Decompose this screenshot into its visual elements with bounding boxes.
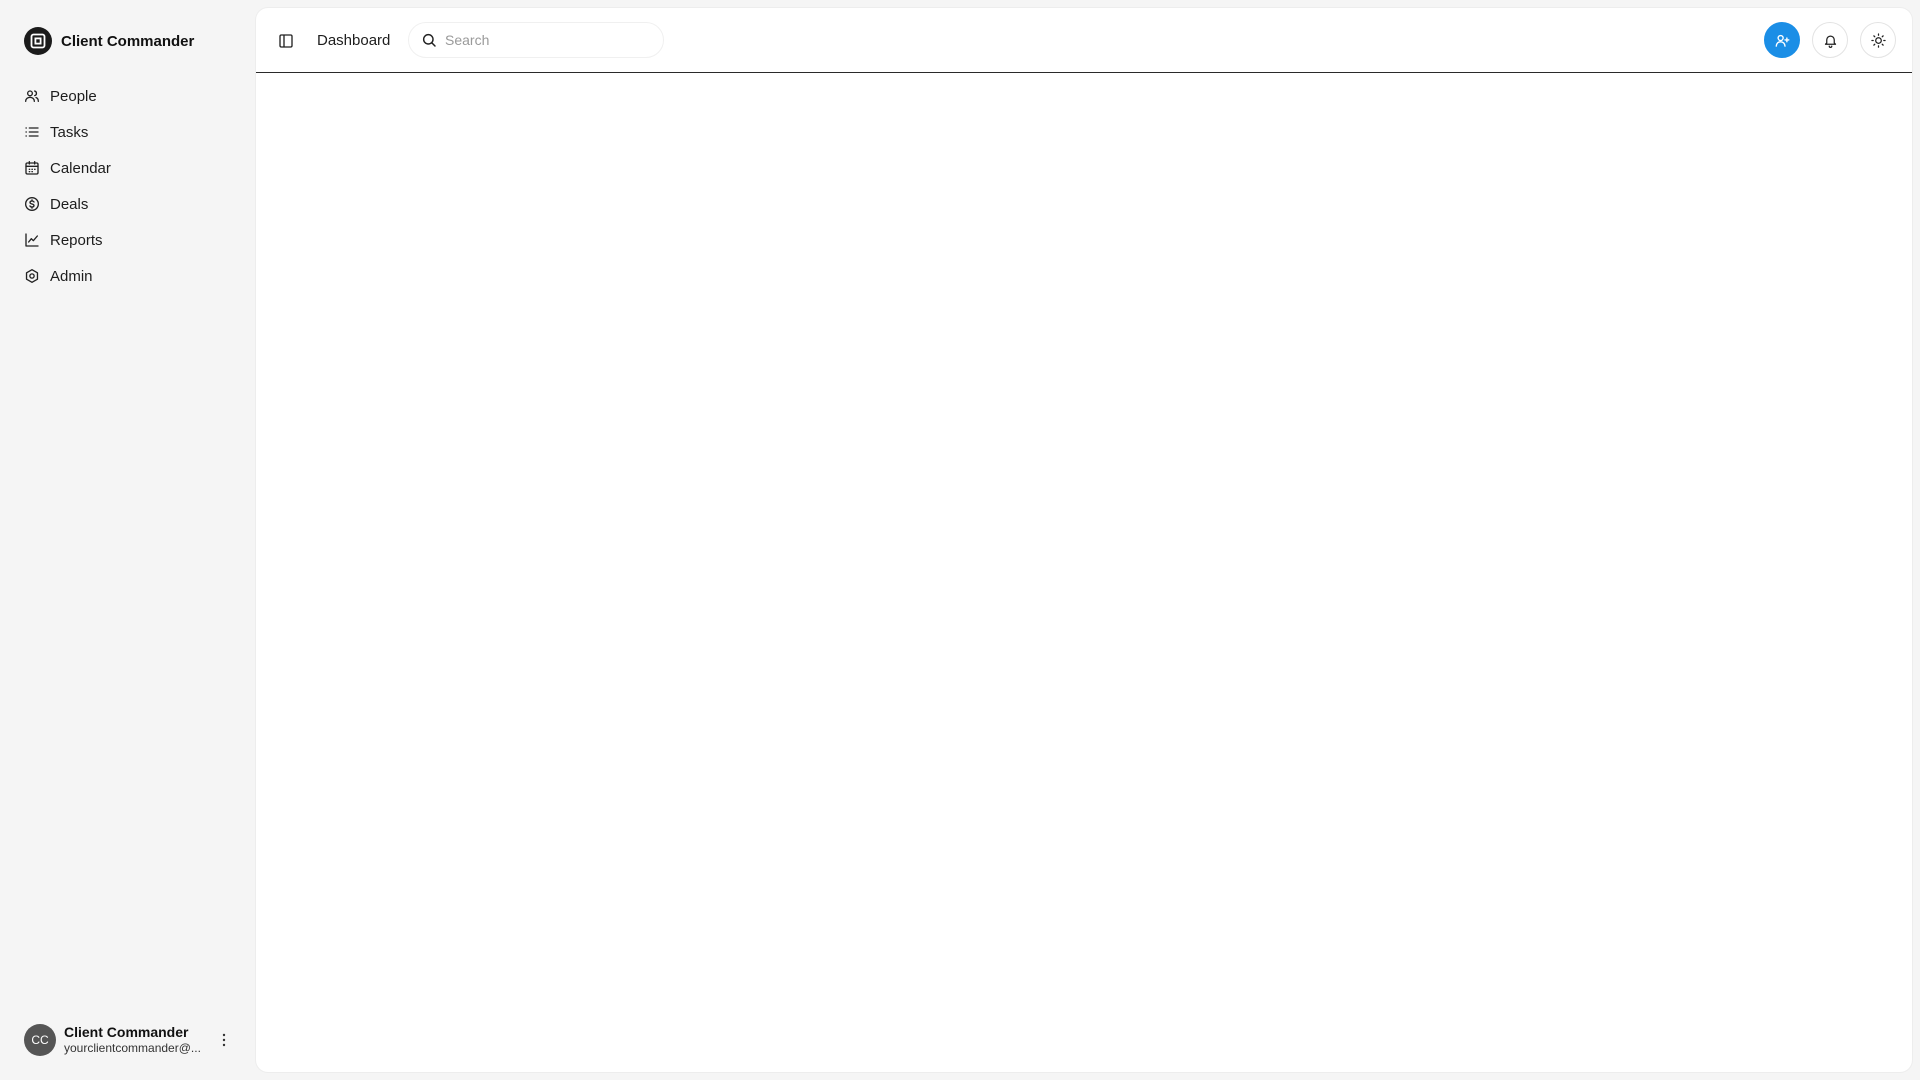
panel-left-icon <box>279 34 293 48</box>
more-vertical-icon[interactable] <box>216 1028 232 1052</box>
dollar-icon <box>25 197 39 211</box>
sun-icon <box>1870 32 1886 48</box>
brand[interactable]: Client Commander <box>24 26 194 56</box>
main-panel: Dashboard <box>256 8 1912 1072</box>
sidebar-item-reports[interactable]: Reports <box>16 222 240 258</box>
user-info: Client Commander yourclientcommander@... <box>64 1024 206 1056</box>
sidebar-item-admin[interactable]: Admin <box>16 258 240 294</box>
user-profile[interactable]: CC Client Commander yourclientcommander@… <box>24 1023 234 1057</box>
list-icon <box>25 127 39 137</box>
sidebar-item-tasks[interactable]: Tasks <box>16 114 240 150</box>
bell-icon <box>1824 35 1836 48</box>
calendar-icon <box>25 161 39 175</box>
dashboard-content <box>256 74 1912 1072</box>
user-email: yourclientcommander@... <box>64 1041 201 1055</box>
sidebar-item-label: Calendar <box>50 159 111 177</box>
sidebar-item-label: People <box>50 87 97 105</box>
sidebar-toggle-button[interactable] <box>276 31 296 51</box>
brand-name: Client Commander <box>61 32 195 50</box>
search-box[interactable] <box>408 22 664 58</box>
app-root: Client Commander People Tasks Calendar D… <box>0 0 1920 1080</box>
user-plus-icon <box>1775 34 1789 47</box>
avatar: CC <box>24 1024 56 1056</box>
add-user-button[interactable] <box>1764 22 1800 58</box>
search-icon <box>422 33 436 47</box>
sidebar-item-label: Admin <box>50 267 93 285</box>
page-title: Dashboard <box>317 32 391 49</box>
sidebar-item-label: Reports <box>50 231 103 249</box>
sidebar-nav: People Tasks Calendar Deals Reports Admi… <box>16 78 240 294</box>
brand-logo-icon <box>24 27 52 55</box>
sidebar: Client Commander People Tasks Calendar D… <box>0 0 256 1080</box>
sidebar-item-label: Deals <box>50 195 89 213</box>
notifications-button[interactable] <box>1812 22 1848 58</box>
sidebar-item-people[interactable]: People <box>16 78 240 114</box>
chart-icon <box>25 233 39 247</box>
search-input[interactable] <box>445 32 645 48</box>
users-icon <box>25 90 39 102</box>
top-bar: Dashboard <box>256 8 1912 73</box>
theme-toggle-button[interactable] <box>1860 22 1896 58</box>
user-name: Client Commander <box>64 1024 189 1040</box>
sidebar-item-calendar[interactable]: Calendar <box>16 150 240 186</box>
settings-icon <box>25 269 39 283</box>
sidebar-item-deals[interactable]: Deals <box>16 186 240 222</box>
sidebar-item-label: Tasks <box>50 123 89 141</box>
